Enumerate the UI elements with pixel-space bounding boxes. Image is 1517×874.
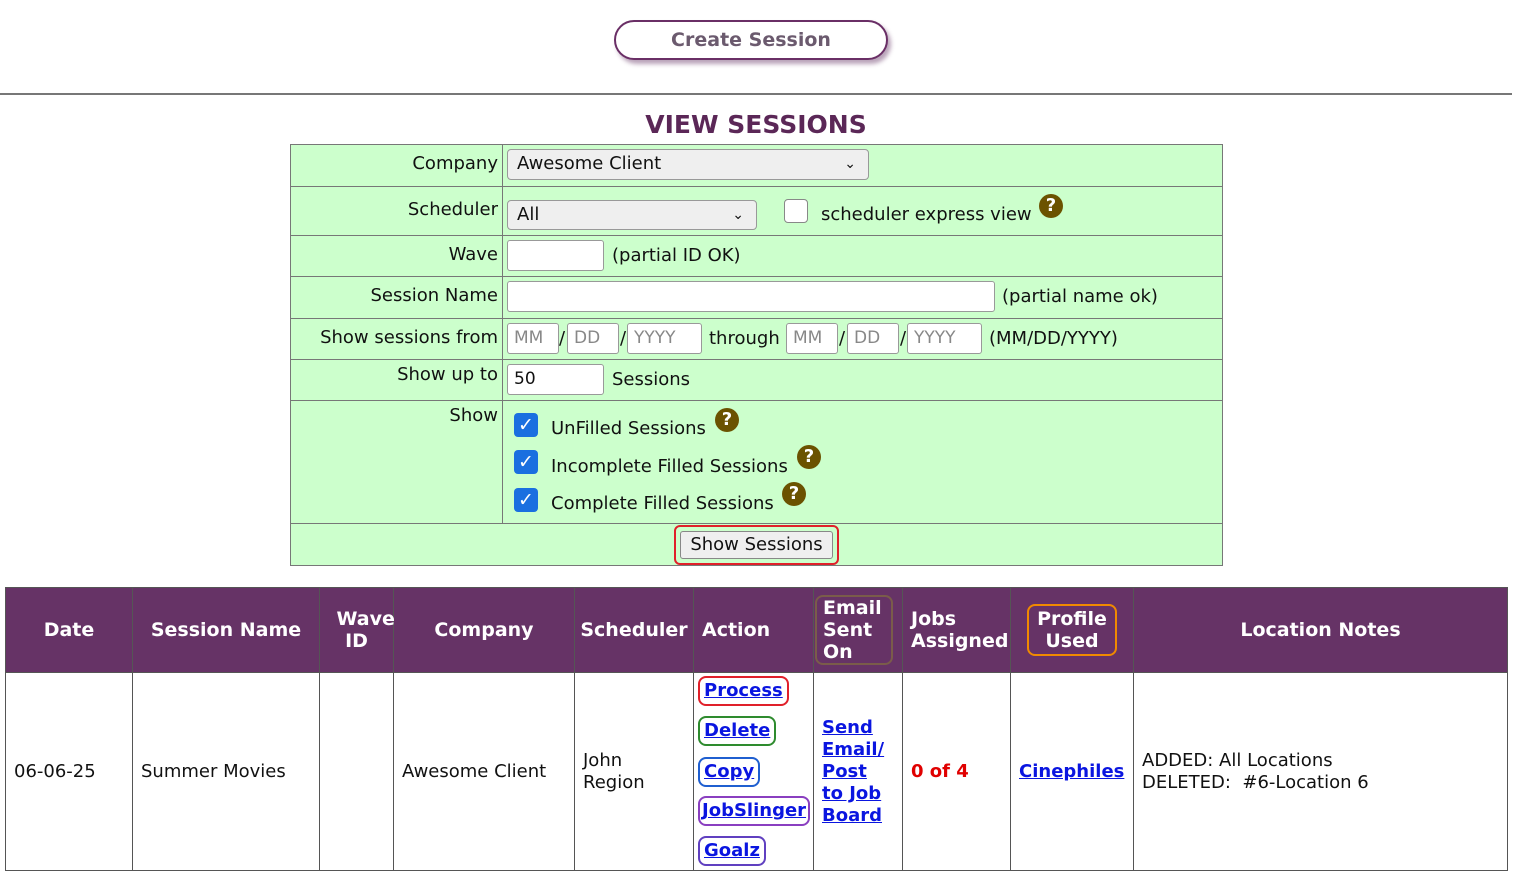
complete-filled-label: Complete Filled Sessions <box>551 493 774 514</box>
to-month-input[interactable]: MM <box>786 323 838 354</box>
wave-label: Wave <box>290 235 503 277</box>
jobslinger-link-highlight: JobSlinger <box>698 796 811 826</box>
from-month-input[interactable]: MM <box>507 323 559 354</box>
cell-wave-id <box>319 672 394 871</box>
unfilled-checkbox[interactable]: ✓ <box>514 413 538 437</box>
help-icon[interactable]: ? <box>782 482 806 506</box>
profile-link[interactable]: Cinephiles <box>1019 761 1124 782</box>
wave-hint: (partial ID OK) <box>612 245 741 266</box>
wave-input[interactable] <box>507 240 604 271</box>
to-year-input[interactable]: YYYY <box>907 323 982 354</box>
date-separator: / <box>900 328 907 349</box>
show-up-to-label: Show up to <box>290 359 503 401</box>
header-email-sent-on[interactable]: Email Sent On <box>813 587 903 673</box>
cell-company: Awesome Client <box>393 672 575 871</box>
scheduler-select[interactable]: All ⌄ <box>507 200 757 230</box>
header-session-name[interactable]: Session Name <box>132 587 320 673</box>
session-name-input[interactable] <box>507 281 995 312</box>
sessions-suffix: Sessions <box>612 369 691 390</box>
cell-email: Send Email/ Post to Job Board <box>813 672 903 871</box>
session-name-label: Session Name <box>290 276 503 319</box>
delete-link[interactable]: Delete <box>704 720 770 741</box>
session-filter-form: Company Awesome Client ⌄ Scheduler All ⌄… <box>290 144 1223 566</box>
send-email-link[interactable]: Send Email/ Post to Job Board <box>822 717 902 827</box>
header-location-notes: Location Notes <box>1133 587 1508 673</box>
header-jobs-assigned[interactable]: Jobs Assigned <box>902 587 1011 673</box>
session-name-hint: (partial name ok) <box>1002 286 1158 307</box>
header-scheduler[interactable]: Scheduler <box>574 587 694 673</box>
divider <box>0 93 1512 95</box>
header-date[interactable]: Date <box>5 587 133 673</box>
date-separator: / <box>839 328 846 349</box>
cell-location-notes: ADDED: All Locations DELETED: #6-Locatio… <box>1133 672 1508 871</box>
create-session-area: Create Session <box>0 0 1517 94</box>
incomplete-filled-checkbox[interactable]: ✓ <box>514 450 538 474</box>
goalz-link[interactable]: Goalz <box>704 840 760 861</box>
show-up-to-input[interactable]: 50 <box>507 364 604 395</box>
process-link-highlight: Process <box>698 676 789 706</box>
cell-profile-used: Cinephiles <box>1010 672 1134 871</box>
delete-link-highlight: Delete <box>698 716 777 746</box>
header-profile-used[interactable]: Profile Used <box>1010 587 1134 673</box>
help-icon[interactable]: ? <box>797 445 821 469</box>
from-year-input[interactable]: YYYY <box>627 323 702 354</box>
chevron-down-icon: ⌄ <box>732 207 744 223</box>
date-separator: / <box>559 328 566 349</box>
through-label: through <box>709 328 780 349</box>
complete-filled-checkbox[interactable]: ✓ <box>514 488 538 512</box>
to-day-input[interactable]: DD <box>847 323 899 354</box>
copy-link-highlight: Copy <box>698 757 761 787</box>
help-icon[interactable]: ? <box>715 408 739 432</box>
scheduler-label: Scheduler <box>290 186 503 236</box>
from-day-input[interactable]: DD <box>567 323 619 354</box>
cell-scheduler: John Region <box>574 672 694 871</box>
help-icon[interactable]: ? <box>1039 194 1063 218</box>
company-label: Company <box>290 144 503 187</box>
header-wave-id[interactable]: Wave ID <box>319 587 395 673</box>
unfilled-label: UnFilled Sessions <box>551 418 706 439</box>
jobslinger-link[interactable]: JobSlinger <box>702 800 806 821</box>
show-from-label: Show sessions from <box>290 318 503 360</box>
show-label: Show <box>290 400 503 524</box>
company-select[interactable]: Awesome Client ⌄ <box>507 149 869 180</box>
goalz-link-highlight: Goalz <box>698 836 766 866</box>
process-link[interactable]: Process <box>704 680 783 701</box>
header-action: Action <box>693 587 814 673</box>
cell-jobs-assigned: 0 of 4 <box>902 672 1011 871</box>
header-company[interactable]: Company <box>393 587 575 673</box>
date-separator: / <box>620 328 627 349</box>
express-view-label: scheduler express view <box>821 204 1032 225</box>
show-sessions-button[interactable]: Show Sessions <box>680 531 833 559</box>
express-view-checkbox[interactable] <box>784 199 808 223</box>
sessions-table: Date Session Name Wave ID Company Schedu… <box>5 587 1508 871</box>
date-format-hint: (MM/DD/YYYY) <box>989 328 1118 349</box>
cell-session-name: Summer Movies <box>132 672 320 871</box>
copy-link[interactable]: Copy <box>704 761 754 782</box>
page-title: VIEW SESSIONS <box>645 110 867 139</box>
chevron-down-icon: ⌄ <box>844 156 856 172</box>
cell-date: 06-06-25 <box>5 672 133 871</box>
create-session-button[interactable]: Create Session <box>614 20 888 60</box>
table-row: 06-06-25 Summer Movies Awesome Client Jo… <box>5 672 1508 871</box>
cell-actions: Process Delete Copy JobSlinger Goalz <box>693 672 814 871</box>
incomplete-filled-label: Incomplete Filled Sessions <box>551 456 788 477</box>
